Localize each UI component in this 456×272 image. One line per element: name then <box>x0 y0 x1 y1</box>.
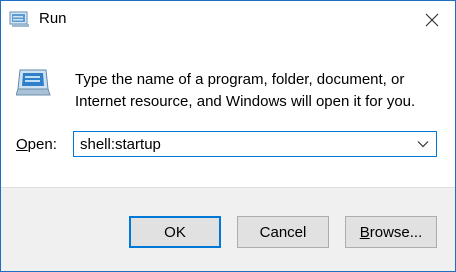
dialog-content: Type the name of a program, folder, docu… <box>1 39 455 187</box>
run-dialog: Run Type the name of a program, folder, … <box>0 0 456 272</box>
dropdown-button[interactable] <box>410 132 436 156</box>
open-label: Open: <box>16 136 57 153</box>
close-icon <box>425 13 439 27</box>
ok-button[interactable]: OK <box>129 216 221 248</box>
open-input[interactable] <box>74 132 416 156</box>
instruction-line-2: Internet resource, and Windows will open… <box>75 93 416 110</box>
browse-button[interactable]: Browse... <box>345 216 437 248</box>
cancel-button[interactable]: Cancel <box>237 216 329 248</box>
run-app-icon <box>9 11 29 27</box>
title-bar: Run <box>1 1 455 39</box>
ok-button-label: OK <box>164 223 186 241</box>
button-bar: OK Cancel Browse... <box>1 187 455 271</box>
instruction-text: Type the name of a program, folder, docu… <box>75 69 435 113</box>
open-label-accesskey: O <box>16 136 28 153</box>
open-combobox[interactable] <box>73 131 437 157</box>
chevron-down-icon <box>417 141 429 148</box>
open-label-text: pen: <box>27 136 57 153</box>
instruction-line-1: Type the name of a program, folder, docu… <box>75 71 405 88</box>
browse-button-label: rowse... <box>369 223 423 241</box>
cancel-button-label: Cancel <box>259 223 307 241</box>
browse-button-accesskey: B <box>359 223 370 241</box>
close-button[interactable] <box>409 1 455 39</box>
run-icon <box>16 69 51 96</box>
window-title: Run <box>39 10 67 27</box>
